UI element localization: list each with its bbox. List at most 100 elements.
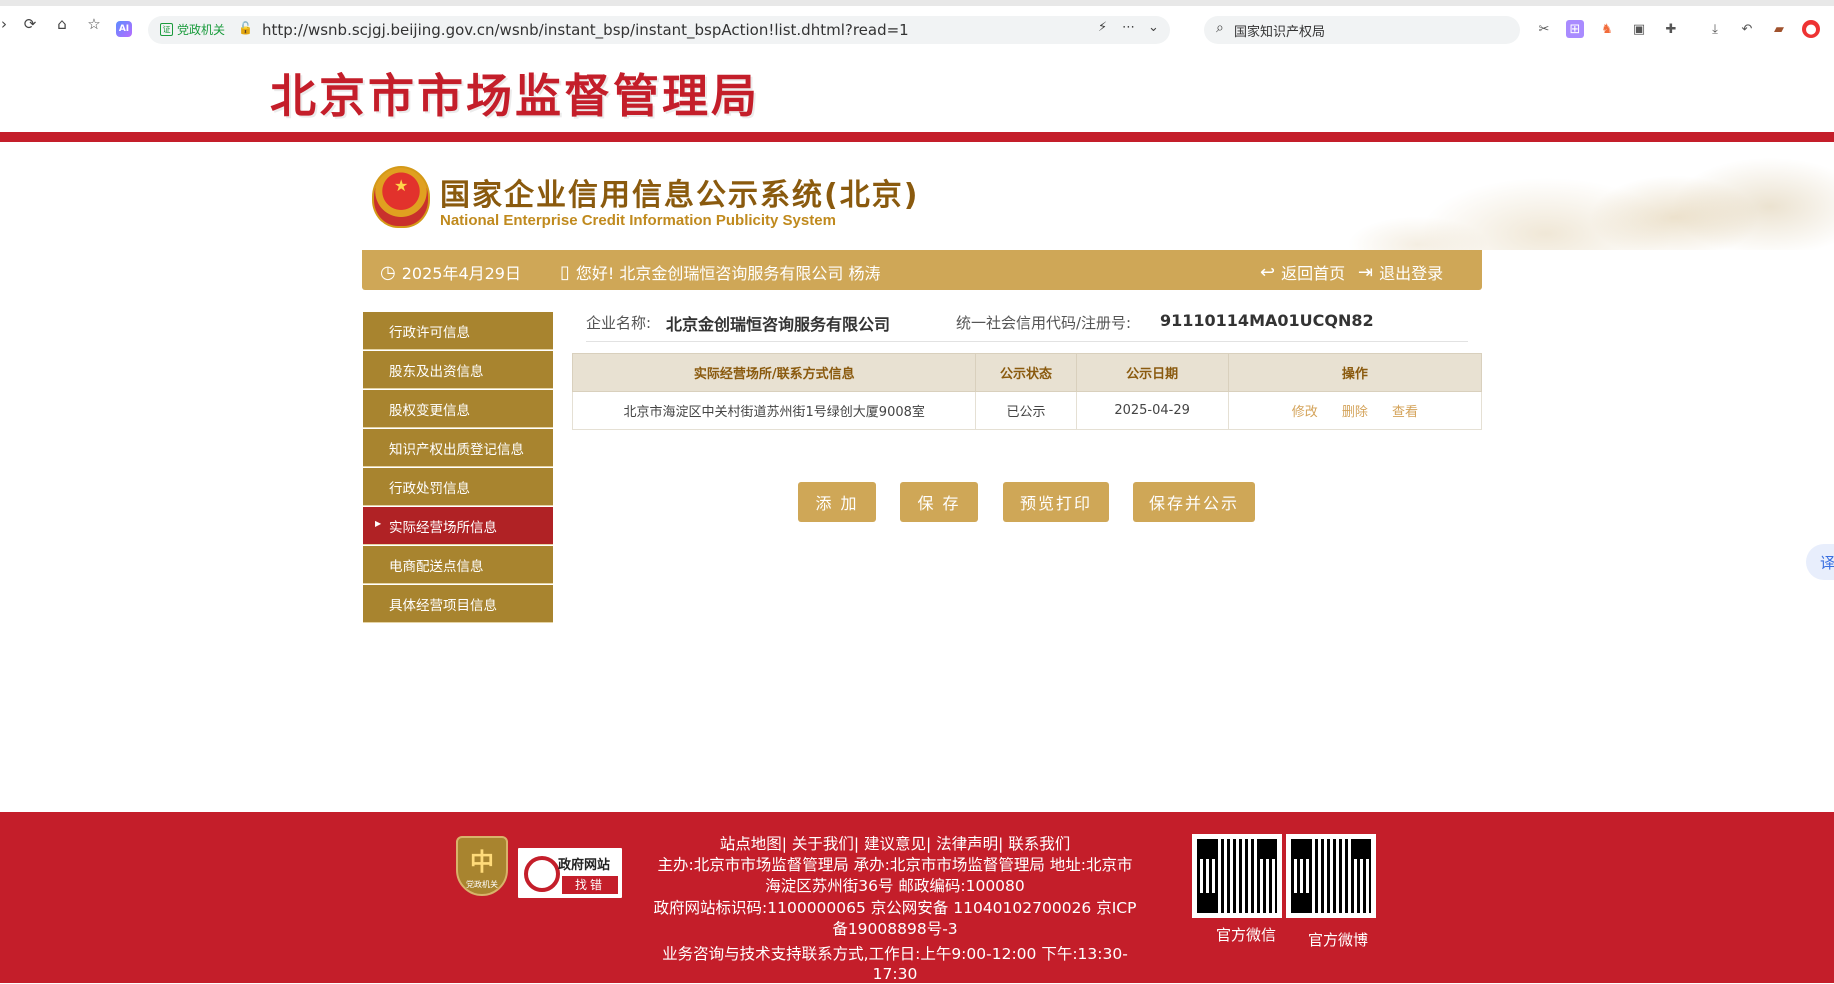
sidebar-item-label: 电商配送点信息 bbox=[389, 558, 484, 575]
sidebar-item-ecommerce-delivery[interactable]: 电商配送点信息 bbox=[363, 546, 553, 584]
sidebar-item-label: 实际经营场所信息 bbox=[389, 519, 497, 536]
logout-link-label: 退出登录 bbox=[1379, 264, 1444, 283]
company-info-row: 企业名称: 北京金创瑞恒咨询服务有限公司 统一社会信用代码/注册号: 91110… bbox=[586, 310, 1468, 342]
header-red-band bbox=[0, 132, 1834, 142]
user-greeting: ▯ 您好! 北京金创瑞恒咨询服务有限公司 杨涛 bbox=[560, 260, 881, 284]
current-date: ◷ 2025年4月29日 bbox=[380, 260, 521, 284]
sidebar-item-admin-penalty[interactable]: 行政处罚信息 bbox=[363, 468, 553, 506]
return-arrow-icon: ↩ bbox=[1260, 261, 1276, 283]
sidebar-item-business-items[interactable]: 具体经营项目信息 bbox=[363, 585, 553, 623]
national-emblem-icon: ★ bbox=[372, 166, 430, 228]
footer-support-hours: 业务咨询与技术支持联系方式,工作日:上午9:00-12:00 下午:13:30- bbox=[662, 945, 1128, 963]
browser-search-input[interactable] bbox=[1234, 20, 1504, 40]
sidebar-item-ip-pledge[interactable]: 知识产权出质登记信息 bbox=[363, 429, 553, 467]
col-ops-header: 操作 bbox=[1227, 353, 1483, 392]
premises-table: 实际经营场所/联系方式信息 公示状态 公示日期 操作 北京市海淀区中关村街道苏州… bbox=[571, 353, 1483, 430]
sidebar-item-shareholders[interactable]: 股东及出资信息 bbox=[363, 351, 553, 389]
lightning-icon[interactable]: ⚡ bbox=[1098, 20, 1107, 35]
sidebar-item-equity-change[interactable]: 股权变更信息 bbox=[363, 390, 553, 428]
gov-site-error-report[interactable]: 政府网站 找错 bbox=[516, 846, 624, 900]
system-banner: ★ 国家企业信用信息公示系统(北京) National Enterprise C… bbox=[0, 142, 1834, 250]
gov-site-tag[interactable]: 证 党政机关 bbox=[160, 21, 225, 38]
home-icon[interactable]: ⌂ bbox=[52, 14, 72, 34]
weibo-qr-code bbox=[1286, 834, 1376, 918]
briefcase-icon[interactable]: ▰ bbox=[1770, 20, 1788, 38]
logout-link[interactable]: ⇥ 退出登录 bbox=[1358, 260, 1443, 284]
sidebar-item-label: 具体经营项目信息 bbox=[389, 597, 497, 614]
url-text[interactable]: http://wsnb.scjgj.beijing.gov.cn/wsnb/in… bbox=[262, 21, 909, 39]
logout-icon: ⇥ bbox=[1358, 261, 1374, 283]
footer-icp: 备19008898号-3 bbox=[832, 920, 958, 938]
sidebar-item-label: 行政许可信息 bbox=[389, 324, 470, 341]
footer-links[interactable]: 站点地图| 关于我们| 建议意见| 法律声明| 联系我们 bbox=[630, 834, 1160, 854]
insecure-lock-icon[interactable]: 🔓 bbox=[238, 21, 253, 35]
view-link[interactable]: 查看 bbox=[1392, 405, 1418, 420]
party-gov-badge[interactable]: 中 党政机关 bbox=[456, 836, 508, 896]
find-error-label: 找错 bbox=[562, 876, 618, 894]
translate-float-button[interactable]: 译 bbox=[1806, 544, 1834, 580]
browser-toolbar: › ⟳ ⌂ ☆ AI 证 党政机关 🔓 http://wsnb.scjgj.be… bbox=[0, 6, 1834, 44]
user-avatar-icon[interactable]: ● bbox=[1802, 20, 1820, 38]
scissors-icon[interactable]: ✂ bbox=[1535, 20, 1553, 38]
row-ops: 修改 删除 查看 bbox=[1227, 391, 1483, 430]
search-icon: ⌕ bbox=[1216, 20, 1224, 36]
row-address: 北京市海淀区中关村街道苏州街1号绿创大厦9008室 bbox=[571, 391, 977, 430]
puzzle-extensions-icon[interactable]: ✚ bbox=[1662, 20, 1680, 38]
party-gov-badge-text: 党政机关 bbox=[466, 880, 498, 889]
gov-site-label: 政府网站 bbox=[558, 858, 611, 873]
footer-address: 海淀区苏州街36号 邮政编码:100080 bbox=[765, 877, 1025, 895]
home-link-label: 返回首页 bbox=[1281, 264, 1346, 283]
magnifier-icon bbox=[524, 856, 560, 892]
bureau-title: 北京市市场监督管理局 bbox=[270, 69, 760, 123]
favorite-star-icon[interactable]: ☆ bbox=[84, 14, 104, 34]
footer-support-hours-end: 17:30 bbox=[872, 965, 918, 983]
weibo-qr-label: 官方微博 bbox=[1308, 931, 1369, 949]
credit-code: 91110114MA01UCQN82 bbox=[1160, 311, 1374, 330]
gov-shield-icon: 证 bbox=[160, 23, 173, 36]
reload-icon[interactable]: ⟳ bbox=[20, 14, 40, 34]
delete-link[interactable]: 删除 bbox=[1342, 405, 1368, 420]
browser-search-box[interactable]: ⌕ bbox=[1204, 16, 1520, 44]
row-status: 已公示 bbox=[975, 391, 1077, 430]
clock-icon: ◷ bbox=[380, 261, 396, 283]
party-gov-glyph: 中 bbox=[470, 848, 494, 876]
col-date-header: 公示日期 bbox=[1075, 353, 1229, 392]
sidebar-item-admin-license[interactable]: 行政许可信息 bbox=[363, 312, 553, 350]
save-and-publish-button[interactable]: 保存并公示 bbox=[1133, 482, 1255, 522]
sidebar-item-label: 股东及出资信息 bbox=[389, 363, 484, 380]
sidebar-item-label: 行政处罚信息 bbox=[389, 480, 470, 497]
extension-purple-icon[interactable]: ⊞ bbox=[1566, 20, 1584, 38]
user-info-bar: ◷ 2025年4月29日 ▯ 您好! 北京金创瑞恒咨询服务有限公司 杨涛 ↩ 返… bbox=[362, 250, 1482, 290]
preview-print-button[interactable]: 预览打印 bbox=[1003, 482, 1109, 522]
download-icon[interactable]: ⤓ bbox=[1706, 20, 1724, 38]
footer-sponsor: 主办:北京市市场监督管理局 承办:北京市市场监督管理局 地址:北京市 bbox=[657, 856, 1133, 874]
company-name: 北京金创瑞恒咨询服务有限公司 bbox=[666, 315, 891, 334]
col-status-header: 公示状态 bbox=[975, 353, 1077, 392]
ai-assistant-icon[interactable]: AI bbox=[116, 21, 132, 37]
gov-site-tag-label: 党政机关 bbox=[177, 23, 226, 37]
address-bar[interactable]: 证 党政机关 🔓 http://wsnb.scjgj.beijing.gov.c… bbox=[148, 16, 1170, 44]
forward-icon[interactable]: › bbox=[0, 14, 14, 34]
mountain-background-image bbox=[1194, 142, 1834, 250]
current-date-text: 2025年4月29日 bbox=[401, 264, 521, 283]
wechat-qr-label: 官方微信 bbox=[1216, 926, 1277, 944]
sidebar-item-business-premises[interactable]: 实际经营场所信息 bbox=[363, 507, 553, 545]
undo-icon[interactable]: ↶ bbox=[1738, 20, 1756, 38]
extension-fox-icon[interactable]: ♞ bbox=[1598, 20, 1616, 38]
more-dots-icon[interactable]: ⋯ bbox=[1122, 20, 1135, 35]
wechat-qr-code bbox=[1192, 834, 1282, 918]
save-button[interactable]: 保 存 bbox=[900, 482, 978, 522]
col-address-header: 实际经营场所/联系方式信息 bbox=[571, 353, 977, 392]
page-footer: 中 党政机关 政府网站 找错 站点地图| 关于我们| 建议意见| 法律声明| 联… bbox=[0, 812, 1834, 983]
user-greeting-text: 您好! 北京金创瑞恒咨询服务有限公司 杨涛 bbox=[575, 264, 881, 283]
home-link[interactable]: ↩ 返回首页 bbox=[1260, 260, 1345, 284]
chevron-down-icon[interactable]: ⌄ bbox=[1148, 20, 1159, 35]
sidebar-item-label: 股权变更信息 bbox=[389, 402, 470, 419]
footer-site-id: 政府网站标识码:1100000065 京公网安备 11040102700026 … bbox=[653, 899, 1137, 917]
table-row: 北京市海淀区中关村街道苏州街1号绿创大厦9008室 已公示 2025-04-29… bbox=[571, 391, 1483, 430]
credit-code-label: 统一社会信用代码/注册号: bbox=[956, 314, 1132, 332]
add-button[interactable]: 添 加 bbox=[798, 482, 876, 522]
reading-mode-icon[interactable]: ▣ bbox=[1630, 20, 1648, 38]
sidebar-menu: 行政许可信息 股东及出资信息 股权变更信息 知识产权出质登记信息 行政处罚信息 … bbox=[363, 312, 553, 624]
edit-link[interactable]: 修改 bbox=[1292, 405, 1318, 420]
